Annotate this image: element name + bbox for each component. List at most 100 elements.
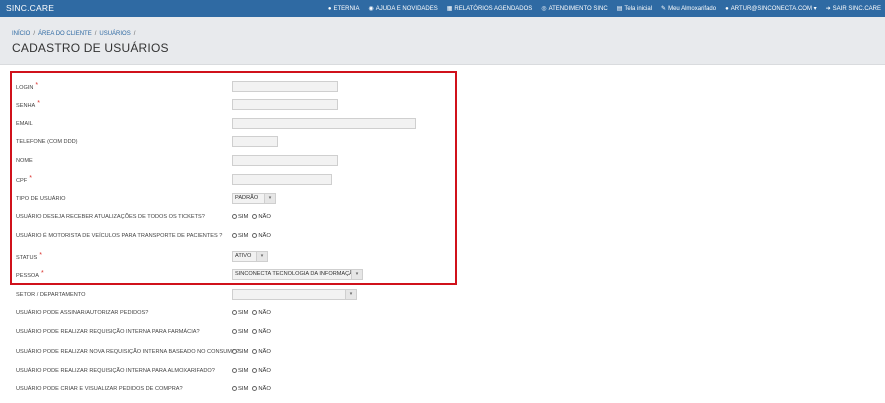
login-input[interactable]	[232, 81, 338, 92]
radio-circle[interactable]	[252, 329, 258, 334]
breadcrumb-separator: /	[133, 31, 136, 37]
chevron-down-icon: ▾	[345, 290, 356, 299]
motorista-nao-radio[interactable]: NÃO	[252, 233, 271, 239]
row-tipo-usuario: TIPO DE USUÁRIO PADRÃO ▾	[0, 193, 885, 207]
chevron-down-icon: ▾	[256, 252, 267, 261]
radio-circle[interactable]	[252, 233, 258, 238]
telefone-label: TELEFONE (COM DDD)	[16, 139, 78, 145]
calendar-icon: ▦	[446, 5, 453, 12]
status-label: STATUS *	[16, 252, 42, 261]
nav-tela-inicial[interactable]: ▤ Tela inicial	[617, 6, 652, 12]
nav-user-menu[interactable]: ● ARTUR@SINCONECTA.COM ▾	[725, 5, 817, 13]
nav-meu-almoxarifado[interactable]: ✎ Meu Almoxarifado	[661, 6, 716, 12]
required-mark: *	[37, 100, 41, 107]
pessoa-label: PESSOA *	[16, 270, 44, 279]
required-mark: *	[39, 252, 42, 259]
row-login: LOGIN *	[0, 81, 885, 95]
req-farmacia-label: USUÁRIO PODE REALIZAR REQUISIÇÃO INTERNA…	[16, 329, 200, 335]
req-consumo-nao-radio[interactable]: NÃO	[252, 349, 271, 355]
senha-input[interactable]	[232, 99, 338, 110]
brand-logo[interactable]: SINC.CARE	[6, 3, 54, 13]
nav-atendimento-sinc[interactable]: ◎ ATENDIMENTO SINC	[541, 6, 607, 12]
radio-circle[interactable]	[232, 214, 237, 219]
user-icon: ●	[725, 5, 729, 12]
nav-ajuda-novidades[interactable]: ◉ AJUDA E NOVIDADES	[368, 6, 437, 12]
assinar-label: USUÁRIO PODE ASSINAR/AUTORIZAR PEDIDOS?	[16, 310, 149, 316]
support-icon: ◎	[541, 5, 547, 12]
radio-circle[interactable]	[232, 329, 237, 334]
breadcrumb: INÍCIO / ÁREA DO CLIENTE / USUÁRIOS /	[12, 31, 138, 37]
status-select[interactable]: ATIVO ▾	[232, 251, 268, 262]
req-farmacia-nao-radio[interactable]: NÃO	[252, 329, 271, 335]
edit-icon: ✎	[661, 5, 667, 12]
row-nome: NOME	[0, 155, 885, 169]
pedidos-compra-sim-radio[interactable]: SIM	[232, 386, 248, 392]
req-almox-nao-radio[interactable]: NÃO	[252, 368, 271, 374]
nav-relatorios-agendados[interactable]: ▦ RELATÓRIOS AGENDADOS	[447, 6, 533, 12]
motorista-radio-group: SIM NÃO	[232, 230, 271, 241]
pedidos-compra-label: USUÁRIO PODE CRIAR E VISUALIZAR PEDIDOS …	[16, 386, 183, 392]
row-setor: SETOR / DEPARTAMENTO ▾	[0, 289, 885, 303]
top-navbar: SINC.CARE ● ETERNIA ◉ AJUDA E NOVIDADES ▦ R…	[0, 0, 885, 17]
radio-circle[interactable]	[252, 349, 258, 354]
row-senha: SENHA *	[0, 99, 885, 113]
breadcrumb-separator: /	[94, 31, 97, 37]
motorista-sim-radio[interactable]: SIM	[232, 233, 248, 239]
clipboard-icon: ▤	[616, 5, 623, 12]
radio-circle[interactable]	[252, 386, 258, 391]
atualizacoes-radio-group: SIM NÃO	[232, 211, 271, 222]
req-almox-radio-group: SIM NÃO	[232, 365, 271, 376]
pessoa-select[interactable]: SINCONECTA TECNOLOGIA DA INFORMAÇÃO ▾	[232, 269, 363, 280]
top-nav-menu: ● ETERNIA ◉ AJUDA E NOVIDADES ▦ RELATÓRIOS …	[328, 0, 881, 17]
chevron-down-icon: ▾	[351, 270, 362, 279]
radio-circle[interactable]	[232, 386, 237, 391]
pedidos-compra-radio-group: SIM NÃO	[232, 383, 271, 394]
radio-circle[interactable]	[252, 368, 258, 373]
assinar-nao-radio[interactable]: NÃO	[252, 310, 271, 316]
row-motorista: USUÁRIO É MOTORISTA DE VEÍCULOS PARA TRA…	[0, 230, 885, 244]
setor-select[interactable]: ▾	[232, 289, 357, 300]
row-assinar: USUÁRIO PODE ASSINAR/AUTORIZAR PEDIDOS? …	[0, 307, 885, 321]
pedidos-compra-nao-radio[interactable]: NÃO	[252, 386, 271, 392]
required-mark: *	[29, 175, 32, 182]
setor-label: SETOR / DEPARTAMENTO	[16, 292, 86, 298]
tipo-usuario-label: TIPO DE USUÁRIO	[16, 196, 66, 202]
cpf-input[interactable]	[232, 174, 332, 185]
email-label: EMAIL	[16, 121, 33, 127]
nome-input[interactable]	[232, 155, 338, 166]
telefone-input[interactable]	[232, 136, 278, 147]
assinar-sim-radio[interactable]: SIM	[232, 310, 248, 316]
row-pessoa: PESSOA * SINCONECTA TECNOLOGIA DA INFORMA…	[0, 269, 885, 283]
chevron-down-icon: ▾	[264, 194, 275, 203]
row-req-consumo: USUÁRIO PODE REALIZAR NOVA REQUISIÇÃO IN…	[0, 346, 885, 360]
radio-circle[interactable]	[232, 368, 237, 373]
required-mark: *	[41, 270, 44, 277]
atualizacoes-nao-radio[interactable]: NÃO	[252, 214, 271, 220]
req-consumo-sim-radio[interactable]: SIM	[232, 349, 248, 355]
login-label: LOGIN *	[16, 82, 39, 91]
row-email: EMAIL	[0, 118, 885, 132]
motorista-label: USUÁRIO É MOTORISTA DE VEÍCULOS PARA TRA…	[16, 233, 223, 239]
req-almox-sim-radio[interactable]: SIM	[232, 368, 248, 374]
radio-circle[interactable]	[232, 310, 237, 315]
radio-circle[interactable]	[232, 233, 237, 238]
radio-circle[interactable]	[232, 349, 237, 354]
atualizacoes-sim-radio[interactable]: SIM	[232, 214, 248, 220]
page-title: CADASTRO DE USUÁRIOS	[12, 41, 169, 55]
email-input[interactable]	[232, 118, 416, 129]
radio-circle[interactable]	[252, 310, 258, 315]
tipo-usuario-select[interactable]: PADRÃO ▾	[232, 193, 276, 204]
row-pedidos-compra: USUÁRIO PODE CRIAR E VISUALIZAR PEDIDOS …	[0, 383, 885, 397]
req-farmacia-sim-radio[interactable]: SIM	[232, 329, 248, 335]
nav-logout[interactable]: ➜ SAIR SINC.CARE	[826, 6, 881, 12]
breadcrumb-area-cliente[interactable]: ÁREA DO CLIENTE	[38, 31, 92, 37]
breadcrumb-inicio[interactable]: INÍCIO	[12, 31, 30, 37]
breadcrumb-usuarios[interactable]: USUÁRIOS	[99, 31, 130, 37]
senha-label: SENHA *	[16, 100, 41, 109]
row-req-farmacia: USUÁRIO PODE REALIZAR REQUISIÇÃO INTERNA…	[0, 326, 885, 340]
nav-eternia[interactable]: ● ETERNIA	[328, 6, 360, 12]
row-atualizacoes: USUÁRIO DESEJA RECEBER ATUALIZAÇÕES DE T…	[0, 211, 885, 225]
row-status: STATUS * ATIVO ▾	[0, 251, 885, 265]
row-telefone: TELEFONE (COM DDD)	[0, 136, 885, 150]
radio-circle[interactable]	[252, 214, 258, 219]
